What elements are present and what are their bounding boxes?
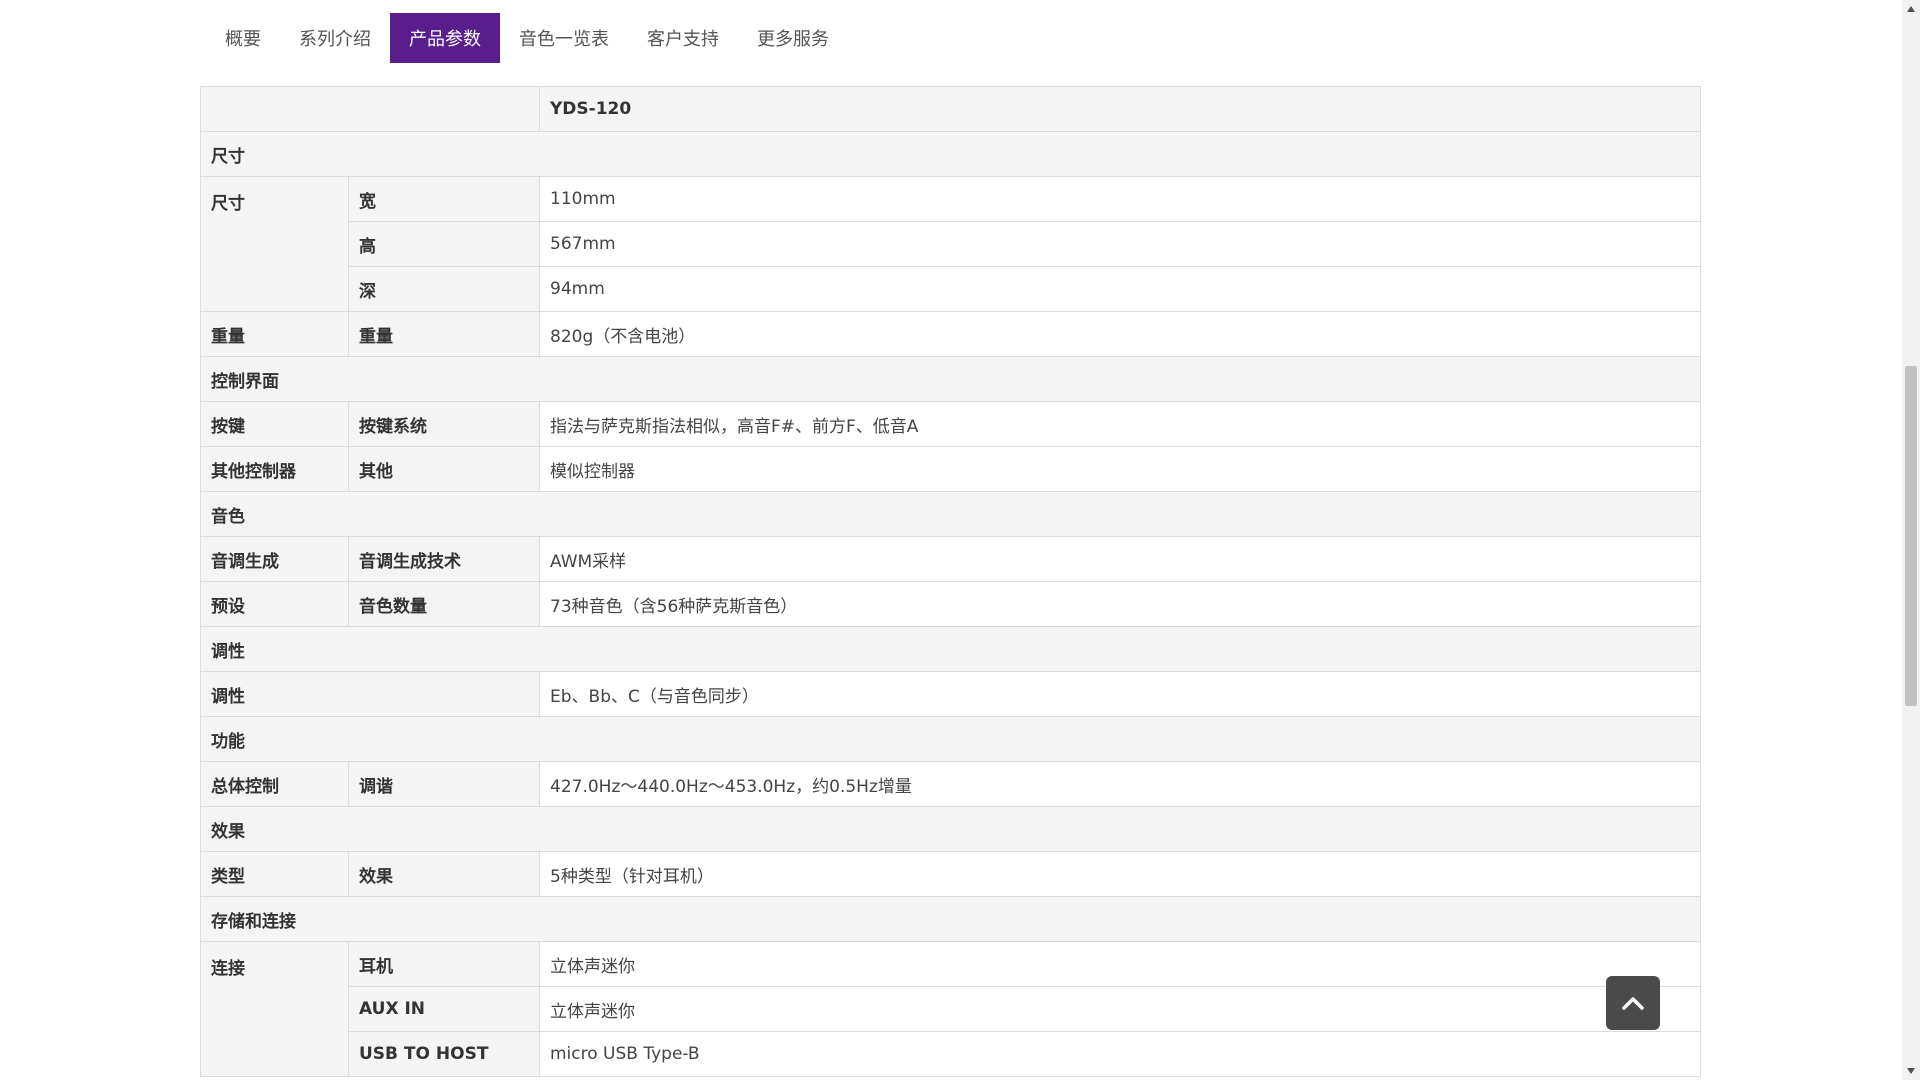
row-label: 效果 — [348, 851, 540, 897]
group-label-master-control: 总体控制 — [200, 761, 349, 807]
scroll-down-button[interactable] — [1902, 1062, 1920, 1080]
tab-voice-list[interactable]: 音色一览表 — [500, 13, 628, 63]
row-value: Eb、Bb、C（与音色同步） — [539, 671, 1701, 717]
section-row-voice: 音色 — [200, 491, 1701, 537]
row-label: 音调生成技术 — [348, 536, 540, 582]
table-row: 总体控制 调谐 427.0Hz～440.0Hz～453.0Hz，约0.5Hz增量 — [200, 761, 1701, 807]
row-value: 427.0Hz～440.0Hz～453.0Hz，约0.5Hz增量 — [539, 761, 1701, 807]
row-label: 音色数量 — [348, 581, 540, 627]
table-row: 深 94mm — [201, 266, 1701, 312]
model-name: YDS-120 — [539, 86, 1701, 132]
row-value: 820g（不含电池） — [539, 311, 1701, 357]
chevron-up-icon — [1622, 997, 1644, 1010]
scroll-up-button[interactable] — [1902, 0, 1920, 18]
row-label: 重量 — [348, 311, 540, 357]
row-value: 指法与萨克斯指法相似，高音F#、前方F、低音A — [539, 401, 1701, 447]
row-value: 立体声迷你 — [539, 986, 1701, 1032]
section-row-function: 功能 — [200, 716, 1701, 762]
row-value: 567mm — [539, 221, 1701, 267]
table-row: 预设 音色数量 73种音色（含56种萨克斯音色） — [200, 581, 1701, 627]
table-header-blank — [200, 86, 540, 132]
row-label: 按键系统 — [348, 401, 540, 447]
group-label-connection: 连接 — [200, 941, 349, 1077]
group-label-type: 类型 — [200, 851, 349, 897]
table-row: 重量 重量 820g（不含电池） — [200, 311, 1701, 357]
group-label-other-controllers: 其他控制器 — [200, 446, 349, 492]
table-row: 高 567mm — [201, 221, 1701, 267]
group-label-tone-generation: 音调生成 — [200, 536, 349, 582]
row-value: AWM采样 — [539, 536, 1701, 582]
section-row-size: 尺寸 — [200, 131, 1701, 177]
table-row: USB TO HOST micro USB Type-B — [201, 1031, 1701, 1077]
section-title: 音色 — [200, 491, 1701, 537]
row-value: micro USB Type-B — [539, 1031, 1701, 1077]
row-label: 耳机 — [348, 941, 540, 987]
row-value: 110mm — [539, 176, 1701, 222]
section-title: 尺寸 — [200, 131, 1701, 177]
spec-table-container: YDS-120 尺寸 尺寸 宽 110mm 高 567mm 深 94mm 重量 … — [200, 86, 1701, 1077]
row-value: 模似控制器 — [539, 446, 1701, 492]
row-label: 高 — [348, 221, 540, 267]
section-row-control: 控制界面 — [200, 356, 1701, 402]
tab-more-services[interactable]: 更多服务 — [738, 13, 848, 63]
section-title: 存储和连接 — [200, 896, 1701, 942]
group-label-size: 尺寸 — [200, 176, 349, 312]
spec-table: YDS-120 尺寸 尺寸 宽 110mm 高 567mm 深 94mm 重量 … — [200, 86, 1701, 1077]
back-to-top-button[interactable] — [1606, 976, 1660, 1030]
row-label: AUX IN — [348, 986, 540, 1032]
scrollbar-thumb[interactable] — [1905, 366, 1917, 706]
section-tabs: 概要 系列介绍 产品参数 音色一览表 客户支持 更多服务 — [206, 13, 848, 63]
group-label-weight: 重量 — [200, 311, 349, 357]
row-label: 调谐 — [348, 761, 540, 807]
row-value: 5种类型（针对耳机） — [539, 851, 1701, 897]
table-row: 连接 耳机 立体声迷你 — [200, 941, 1701, 1077]
tab-support[interactable]: 客户支持 — [628, 13, 738, 63]
table-row: 其他控制器 其他 模似控制器 — [200, 446, 1701, 492]
row-label: USB TO HOST — [348, 1031, 540, 1077]
table-row: 调性 Eb、Bb、C（与音色同步） — [200, 671, 1701, 717]
vertical-scrollbar[interactable] — [1902, 0, 1920, 1080]
section-row-key: 调性 — [200, 626, 1701, 672]
row-label: 深 — [348, 266, 540, 312]
section-row-storage: 存储和连接 — [200, 896, 1701, 942]
row-value: 73种音色（含56种萨克斯音色） — [539, 581, 1701, 627]
table-header-row: YDS-120 — [200, 86, 1701, 132]
section-title: 效果 — [200, 806, 1701, 852]
row-value: 立体声迷你 — [539, 941, 1701, 987]
section-title: 调性 — [200, 626, 1701, 672]
section-row-effect: 效果 — [200, 806, 1701, 852]
table-row: 类型 效果 5种类型（针对耳机） — [200, 851, 1701, 897]
tab-series[interactable]: 系列介绍 — [280, 13, 390, 63]
section-title: 控制界面 — [200, 356, 1701, 402]
row-label: 宽 — [348, 176, 540, 222]
table-row: 音调生成 音调生成技术 AWM采样 — [200, 536, 1701, 582]
tab-overview[interactable]: 概要 — [206, 13, 280, 63]
group-label-key: 调性 — [200, 671, 540, 717]
table-row: 按键 按键系统 指法与萨克斯指法相似，高音F#、前方F、低音A — [200, 401, 1701, 447]
group-label-keys: 按键 — [200, 401, 349, 447]
group-label-preset: 预设 — [200, 581, 349, 627]
triangle-down-icon — [1907, 1068, 1915, 1074]
row-label: 其他 — [348, 446, 540, 492]
tab-specs[interactable]: 产品参数 — [390, 13, 500, 63]
table-row: AUX IN 立体声迷你 — [201, 986, 1701, 1032]
row-value: 94mm — [539, 266, 1701, 312]
section-title: 功能 — [200, 716, 1701, 762]
table-row: 尺寸 宽 110mm — [200, 176, 1701, 312]
triangle-up-icon — [1907, 6, 1915, 12]
